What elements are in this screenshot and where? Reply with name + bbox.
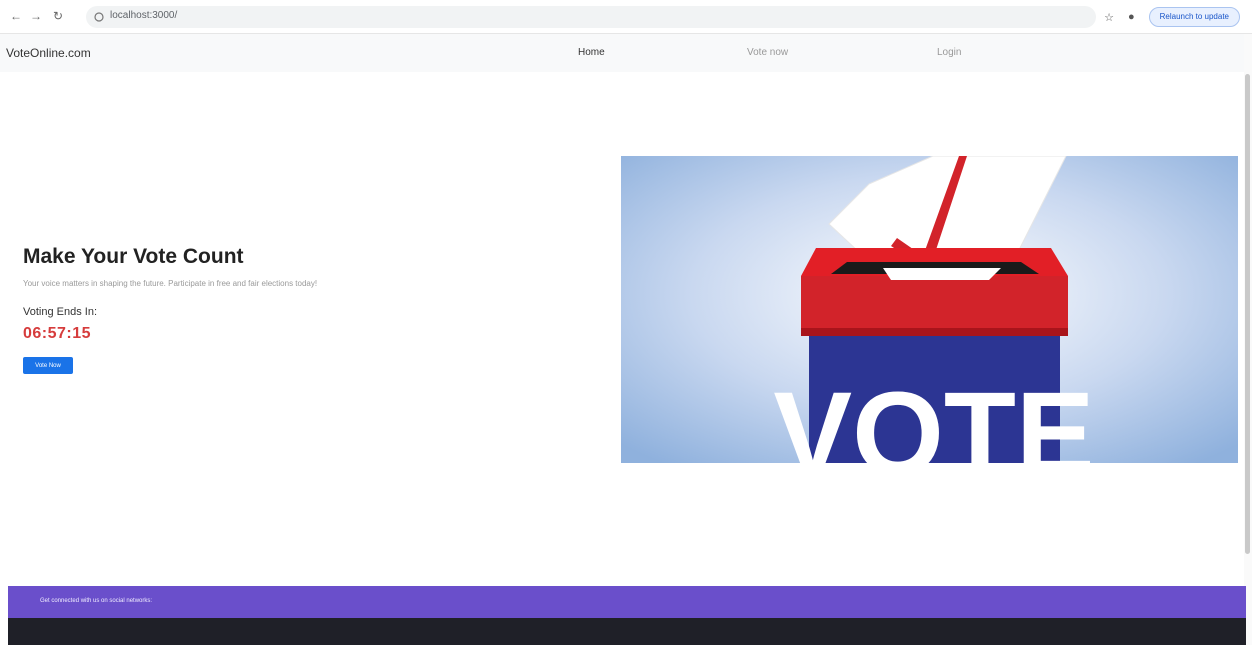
ballot-box-image: VOTE <box>621 156 1238 463</box>
ballot-box-label: VOTE <box>773 368 1094 463</box>
ballot-box-illustration: VOTE <box>621 156 1238 463</box>
arrow-left-icon[interactable]: ← <box>8 8 24 24</box>
browser-actions: ☆ ● Relaunch to update <box>1104 6 1240 28</box>
brand-logo[interactable]: VoteOnline.com <box>6 46 91 60</box>
vote-now-button[interactable]: Vote Now <box>23 357 73 374</box>
timer-label: Voting Ends In: <box>23 306 97 318</box>
url-text: localhost:3000/ <box>110 10 178 21</box>
footer-social-bar: Get connected with us on social networks… <box>8 586 1246 618</box>
footer-links-section <box>8 618 1246 645</box>
nav-link-home[interactable]: Home <box>578 47 605 58</box>
hero-title: Make Your Vote Count <box>23 245 244 268</box>
arrow-right-icon[interactable]: → <box>28 8 44 24</box>
profile-icon[interactable]: ● <box>1128 11 1135 23</box>
page-scrollbar[interactable] <box>1244 34 1252 645</box>
site-info-icon[interactable] <box>94 11 104 23</box>
star-icon[interactable]: ☆ <box>1104 11 1114 24</box>
countdown-timer: 06:57:15 <box>23 325 92 342</box>
hero-subtitle: Your voice matters in shaping the future… <box>23 279 318 288</box>
browser-toolbar: ← → ↻ localhost:3000/ ☆ ● Relaunch to up… <box>0 0 1252 34</box>
update-button[interactable]: Relaunch to update <box>1148 7 1240 27</box>
address-bar[interactable]: localhost:3000/ <box>86 6 1096 28</box>
site-navbar: VoteOnline.com Home Vote now Login <box>0 34 1244 72</box>
nav-link-vote-now[interactable]: Vote now <box>747 47 788 58</box>
reload-icon[interactable]: ↻ <box>50 8 66 24</box>
scrollbar-thumb[interactable] <box>1245 74 1250 554</box>
footer-social-text: Get connected with us on social networks… <box>40 598 153 604</box>
nav-link-login[interactable]: Login <box>937 47 961 58</box>
